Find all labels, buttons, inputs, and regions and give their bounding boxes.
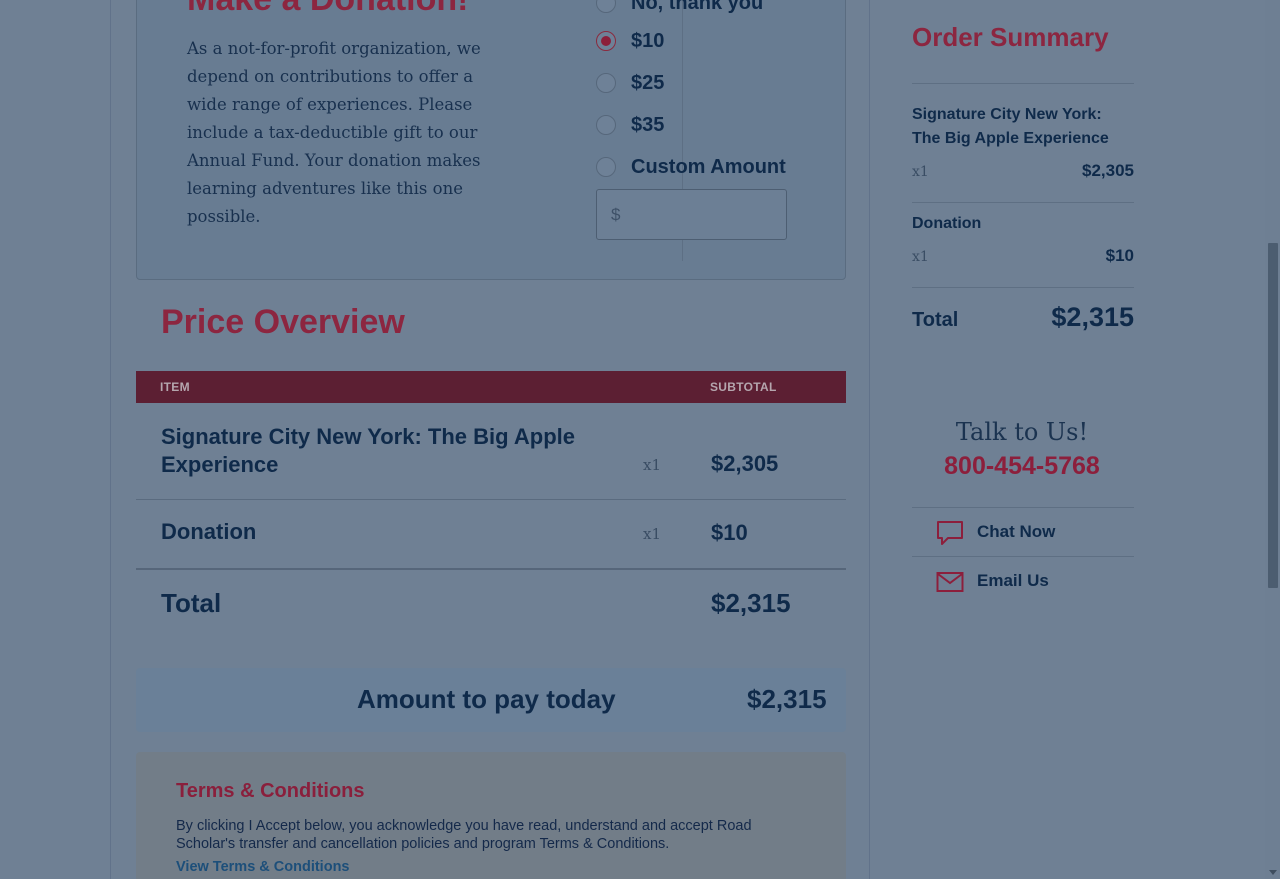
summary-divider — [912, 202, 1134, 203]
radio-button[interactable] — [596, 115, 616, 135]
row-quantity: x1 — [643, 456, 662, 474]
email-us-button[interactable]: Email Us — [912, 556, 1134, 605]
chat-bubble-icon — [936, 520, 964, 546]
price-total-label: Total — [161, 588, 222, 618]
scroll-down-arrow-icon[interactable] — [1269, 870, 1277, 875]
radio-button-selected[interactable] — [596, 31, 616, 51]
donation-option-label: Custom Amount — [631, 155, 786, 178]
summary-item-name: Signature City New York: The Big Apple E… — [912, 106, 1109, 147]
summary-item-price: $2,305 — [1082, 161, 1134, 180]
donation-title: Make a Donation! — [187, 0, 468, 19]
donation-option-label: $35 — [631, 113, 665, 136]
donation-option-label: No, thank you — [631, 0, 764, 14]
price-table-header: ITEM SUBTOTAL — [136, 371, 846, 403]
summary-divider — [912, 83, 1134, 84]
chat-now-button[interactable]: Chat Now — [912, 507, 1134, 556]
row-quantity: x1 — [643, 525, 662, 543]
summary-item-qty: x1 — [912, 164, 929, 180]
view-terms-link[interactable]: View Terms & Conditions — [176, 859, 350, 875]
header-item: ITEM — [160, 380, 190, 394]
donation-option-label: $25 — [631, 71, 665, 94]
page-scrollbar[interactable] — [1265, 0, 1280, 879]
summary-total-value: $2,315 — [1051, 302, 1134, 332]
envelope-icon — [936, 571, 964, 597]
custom-amount-input[interactable]: $ — [596, 189, 787, 240]
phone-number-link[interactable]: 800-454-5768 — [912, 452, 1132, 481]
donation-option-25[interactable]: $25 — [596, 71, 664, 95]
price-overview-title: Price Overview — [161, 303, 405, 341]
radio-button[interactable] — [596, 73, 616, 93]
row-item-name: Signature City New York: The Big Apple E… — [161, 424, 575, 477]
amount-to-pay-label: Amount to pay today — [357, 684, 616, 714]
donation-option-none[interactable]: No, thank you — [596, 0, 763, 15]
terms-text: By clicking I Accept below, you acknowle… — [176, 818, 752, 852]
radio-button[interactable] — [596, 157, 616, 177]
summary-divider — [912, 287, 1134, 288]
order-summary-title: Order Summary — [912, 22, 1109, 52]
amount-to-pay-value: $2,315 — [747, 684, 827, 714]
donation-option-35[interactable]: $35 — [596, 113, 664, 137]
summary-item-price: $10 — [1105, 246, 1134, 265]
header-subtotal: SUBTOTAL — [710, 380, 777, 394]
terms-title: Terms & Conditions — [176, 780, 365, 802]
donation-option-label: $10 — [631, 29, 665, 52]
donation-option-custom[interactable]: Custom Amount — [596, 155, 786, 179]
summary-item-name: Donation — [912, 215, 982, 232]
donation-option-10[interactable]: $10 — [596, 29, 664, 53]
table-row: Donation x1 $10 — [136, 500, 846, 568]
talk-to-us-title: Talk to Us! — [955, 418, 1089, 446]
row-item-name: Donation — [161, 519, 257, 544]
table-row: Signature City New York: The Big Apple E… — [136, 403, 846, 500]
summary-total-label: Total — [912, 309, 959, 331]
scrollbar-thumb[interactable] — [1268, 243, 1278, 588]
radio-button[interactable] — [596, 0, 616, 13]
donation-description: As a not-for-profit organization, we dep… — [187, 39, 481, 226]
price-total-value: $2,315 — [711, 588, 791, 618]
total-divider — [136, 568, 846, 570]
summary-item-qty: x1 — [912, 249, 929, 265]
row-subtotal: $10 — [711, 520, 748, 545]
email-us-label: Email Us — [977, 571, 1049, 590]
chat-now-label: Chat Now — [977, 522, 1056, 541]
currency-prefix: $ — [611, 204, 621, 224]
row-subtotal: $2,305 — [711, 451, 779, 476]
